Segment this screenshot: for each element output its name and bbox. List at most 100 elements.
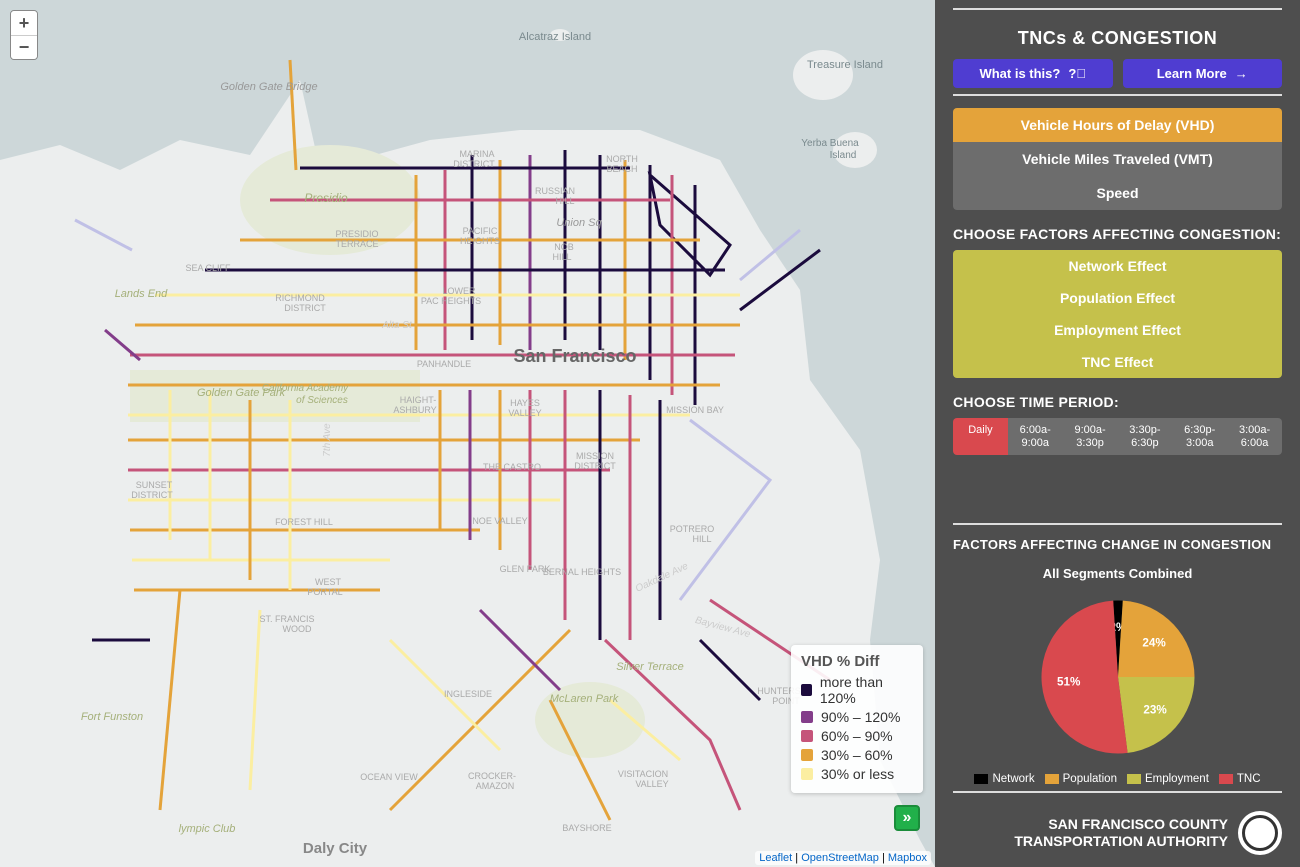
map-label: BAYSHORE xyxy=(562,823,611,833)
map-label: HAIGHT- xyxy=(400,395,437,405)
map-label: SUNSET xyxy=(136,480,173,490)
map-label: Golden Gate Bridge xyxy=(220,81,317,93)
map-label: NOB xyxy=(554,242,574,252)
map-label: DISTRICT xyxy=(284,303,326,313)
sidebar: TNCs & CONGESTION What is this? ?⃝ Learn… xyxy=(935,0,1300,867)
factor-button[interactable]: Employment Effect xyxy=(953,314,1282,346)
factor-button[interactable]: Network Effect xyxy=(953,250,1282,282)
what-is-this-button[interactable]: What is this? ?⃝ xyxy=(953,59,1113,88)
pie-value: 24% xyxy=(1142,637,1166,650)
pie-section-label: FACTORS AFFECTING CHANGE IN CONGESTION xyxy=(953,537,1282,552)
time-button[interactable]: Daily xyxy=(953,418,1008,455)
map-label: VISITACION xyxy=(618,769,668,779)
chevron-right-icon: » xyxy=(903,809,912,827)
time-group: Daily6:00a-9:00a9:00a-3:30p3:30p-6:30p6:… xyxy=(953,418,1282,455)
map-label: CROCKER- xyxy=(468,771,516,781)
pie-legend: NetworkPopulationEmploymentTNC xyxy=(953,773,1282,785)
map-label: ASHBURY xyxy=(393,405,436,415)
mapbox-link[interactable]: Mapbox xyxy=(888,852,927,864)
map-label: Silver Terrace xyxy=(616,661,683,673)
legend-title: VHD % Diff xyxy=(801,653,913,670)
leaflet-link[interactable]: Leaflet xyxy=(759,852,792,864)
pie-legend-swatch-icon xyxy=(1219,774,1233,784)
map-label: HEIGHTS xyxy=(460,236,500,246)
metric-button[interactable]: Speed xyxy=(953,176,1282,210)
factor-button[interactable]: Population Effect xyxy=(953,282,1282,314)
sidebar-title: TNCs & CONGESTION xyxy=(953,28,1282,49)
footer-line1: SAN FRANCISCO COUNTY xyxy=(1014,816,1228,834)
pie-legend-item: Employment xyxy=(1127,773,1209,785)
collapse-sidebar-button[interactable]: » xyxy=(894,805,920,831)
map-label: BEACH xyxy=(606,164,637,174)
zoom-in-button[interactable]: + xyxy=(11,11,37,35)
map-label: MISSION xyxy=(576,451,614,461)
time-button[interactable]: 6:00a-9:00a xyxy=(1008,418,1063,455)
map-label: ST. FRANCIS xyxy=(259,614,314,624)
agency-logo-icon xyxy=(1238,811,1282,855)
map-label: 7th Ave xyxy=(322,423,333,457)
legend-swatch-icon xyxy=(801,684,812,696)
pie-chart: 2%24%23%51% xyxy=(953,587,1282,767)
map-label: DISTRICT xyxy=(131,490,173,500)
help-icon: ?⃝ xyxy=(1068,66,1086,81)
pie-title: All Segments Combined xyxy=(953,566,1282,581)
map-label: PANHANDLE xyxy=(417,359,471,369)
map-label: HAYES xyxy=(510,398,540,408)
map-label: AMAZON xyxy=(476,781,515,791)
footer: SAN FRANCISCO COUNTY TRANSPORTATION AUTH… xyxy=(953,805,1282,867)
divider xyxy=(953,791,1282,793)
legend-swatch-icon xyxy=(801,711,813,723)
legend-row: 90% – 120% xyxy=(801,709,913,725)
map-area[interactable]: Alcatraz IslandTreasure IslandSan Franci… xyxy=(0,0,935,867)
map-label: PAC HEIGHTS xyxy=(421,296,481,306)
pie-legend-swatch-icon xyxy=(1045,774,1059,784)
pie-legend-item: TNC xyxy=(1219,773,1261,785)
map-label: HILL xyxy=(552,252,571,262)
map-label: Daly City xyxy=(303,840,368,857)
map-label: McLaren Park xyxy=(550,693,619,705)
time-button[interactable]: 9:00a-3:30p xyxy=(1063,418,1118,455)
pie-legend-swatch-icon xyxy=(974,774,988,784)
map-label: HILL xyxy=(692,534,711,544)
map-label: VALLEY xyxy=(635,779,668,789)
map-label: Alcatraz Island xyxy=(519,31,591,43)
time-button[interactable]: 3:00a-6:00a xyxy=(1227,418,1282,455)
divider xyxy=(953,94,1282,96)
map-label: Fort Funston xyxy=(81,711,143,723)
map-label: Union Sq xyxy=(556,217,602,229)
map-label: Island xyxy=(830,150,857,161)
map-label: PRESIDIO xyxy=(335,229,378,239)
legend-row: 30% – 60% xyxy=(801,747,913,763)
pie-legend-item: Network xyxy=(974,773,1034,785)
map-label: THE CASTRO xyxy=(483,462,541,472)
map-label: WOOD xyxy=(283,624,312,634)
factor-button[interactable]: TNC Effect xyxy=(953,346,1282,378)
map-label: HILL xyxy=(555,196,574,206)
map-label: Yerba Buena xyxy=(801,138,859,149)
time-button[interactable]: 6:30p-3:00a xyxy=(1172,418,1227,455)
map-legend: VHD % Diff more than 120%90% – 120%60% –… xyxy=(791,645,923,793)
metric-button[interactable]: Vehicle Miles Traveled (VMT) xyxy=(953,142,1282,176)
map-label: WEST xyxy=(315,577,342,587)
factors-section-label: CHOOSE FACTORS AFFECTING CONGESTION: xyxy=(953,226,1282,242)
factor-group: Network EffectPopulation EffectEmploymen… xyxy=(953,250,1282,378)
map-label: POTRERO xyxy=(670,524,715,534)
map-label: PORTAL xyxy=(307,587,342,597)
zoom-out-button[interactable]: − xyxy=(11,35,37,59)
divider xyxy=(953,523,1282,525)
learn-more-button[interactable]: Learn More → xyxy=(1123,59,1283,88)
map-label: California Academy xyxy=(262,383,349,394)
time-button[interactable]: 3:30p-6:30p xyxy=(1117,418,1172,455)
map-label: MARINA xyxy=(459,149,494,159)
zoom-controls: + − xyxy=(10,10,38,60)
map-label: DISTRICT xyxy=(574,461,616,471)
legend-row: 30% or less xyxy=(801,766,913,782)
time-section-label: CHOOSE TIME PERIOD: xyxy=(953,394,1282,410)
map-label: NORTH xyxy=(606,154,638,164)
pie-legend-swatch-icon xyxy=(1127,774,1141,784)
pie-value: 23% xyxy=(1143,703,1167,716)
osm-link[interactable]: OpenStreetMap xyxy=(801,852,879,864)
map-label: PACIFIC xyxy=(463,226,498,236)
map-label: RICHMOND xyxy=(275,293,325,303)
metric-button[interactable]: Vehicle Hours of Delay (VHD) xyxy=(953,108,1282,142)
